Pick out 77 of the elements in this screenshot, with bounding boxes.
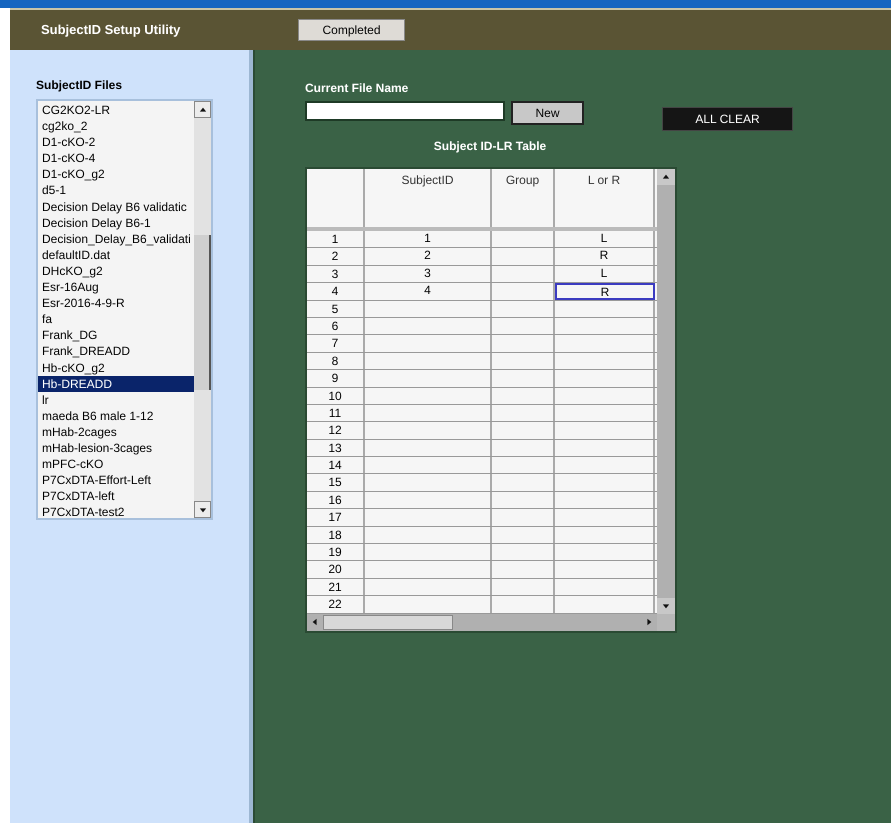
list-scrollbar[interactable] — [194, 101, 211, 518]
table-cell[interactable]: L — [555, 266, 655, 282]
file-item[interactable]: cg2ko_2 — [38, 118, 194, 134]
row-number: 12 — [307, 422, 365, 439]
table-cell[interactable]: 1 — [365, 231, 492, 248]
table-cell[interactable]: R — [555, 248, 655, 265]
file-item[interactable]: d5-1 — [38, 182, 194, 199]
file-item[interactable]: mHab-lesion-3cages — [38, 440, 194, 456]
file-item[interactable]: P7CxDTA-test2 — [38, 504, 194, 518]
row-number: 19 — [307, 544, 365, 560]
scroll-right-icon — [645, 618, 653, 626]
scroll-up-icon — [662, 173, 670, 181]
table-cell[interactable]: L — [555, 231, 655, 248]
row-number: 7 — [307, 335, 365, 352]
row-number: 20 — [307, 561, 365, 578]
file-item[interactable]: Hb-cKO_g2 — [38, 360, 194, 376]
column-header: Group — [492, 169, 555, 227]
file-item[interactable]: Decision_Delay_B6_validati — [38, 230, 194, 247]
row-number: 16 — [307, 492, 365, 508]
scroll-thumb[interactable] — [194, 235, 211, 390]
file-item[interactable]: D1-cKO_g2 — [38, 166, 194, 182]
row-number: 10 — [307, 388, 365, 404]
table-cell[interactable]: 4 — [365, 283, 492, 300]
row-number: 15 — [307, 474, 365, 491]
table-title: Subject ID-LR Table — [432, 138, 548, 155]
column-header: SubjectID — [365, 169, 492, 227]
file-item[interactable]: Esr-16Aug — [38, 279, 194, 296]
row-number: 3 — [307, 266, 365, 282]
file-item[interactable]: lr — [38, 392, 194, 408]
row-number: 2 — [307, 248, 365, 265]
file-item[interactable]: Decision Delay B6-1 — [38, 214, 194, 231]
file-item[interactable]: Hb-DREADD — [38, 376, 194, 392]
file-name-label: Current File Name — [305, 80, 410, 97]
app-title: SubjectID Setup Utility — [41, 21, 182, 40]
scroll-left-icon — [311, 618, 319, 626]
file-item[interactable]: defaultID.dat — [38, 246, 194, 263]
row-number: 18 — [307, 526, 365, 544]
scroll-up-icon — [198, 106, 206, 114]
row-number: 4 — [307, 283, 365, 300]
row-number: 11 — [307, 404, 365, 422]
table-cell[interactable]: 3 — [365, 266, 492, 282]
row-number: 17 — [307, 509, 365, 526]
file-item[interactable]: DHcKO_g2 — [38, 262, 194, 280]
file-item[interactable]: fa — [38, 311, 194, 328]
row-number: 9 — [307, 370, 365, 387]
row-number: 1 — [307, 231, 365, 248]
file-item[interactable]: Decision Delay B6 validatic — [38, 198, 194, 215]
file-item[interactable]: Frank_DREADD — [38, 343, 194, 360]
table-cell[interactable]: 2 — [365, 248, 492, 265]
file-item[interactable]: P7CxDTA-Effort-Left — [38, 472, 194, 488]
scroll-down-icon — [198, 506, 206, 514]
row-number: 21 — [307, 578, 365, 596]
file-item[interactable]: Esr-2016-4-9-R — [38, 295, 194, 312]
scroll-thumb[interactable] — [323, 614, 453, 630]
file-item[interactable]: CG2KO2-LR — [38, 102, 194, 118]
file-item[interactable]: mPFC-cKO — [38, 456, 194, 472]
row-number: 5 — [307, 300, 365, 317]
table-vscrollbar[interactable] — [657, 169, 675, 614]
row-number: 8 — [307, 352, 365, 370]
all-clear-button[interactable]: ALL CLEAR — [662, 107, 793, 131]
table-hscrollbar[interactable] — [307, 614, 657, 631]
file-item[interactable]: maeda B6 male 1-12 — [38, 408, 194, 424]
column-header: L or R — [555, 169, 655, 227]
scroll-down-icon — [662, 602, 670, 610]
files-label: SubjectID Files — [36, 77, 124, 94]
file-item[interactable]: D1-cKO-4 — [38, 150, 194, 166]
row-number: 13 — [307, 440, 365, 456]
file-item[interactable]: Frank_DG — [38, 327, 194, 344]
row-number: 14 — [307, 457, 365, 474]
file-name-field[interactable] — [305, 101, 505, 121]
new-button[interactable]: New — [511, 101, 584, 125]
file-item[interactable]: mHab-2cages — [38, 424, 194, 440]
row-number: 6 — [307, 318, 365, 334]
completed-button[interactable]: Completed — [298, 19, 405, 41]
file-item[interactable]: D1-cKO-2 — [38, 134, 194, 150]
table-cell[interactable]: R — [555, 283, 655, 300]
file-item[interactable]: P7CxDTA-left — [38, 488, 194, 504]
